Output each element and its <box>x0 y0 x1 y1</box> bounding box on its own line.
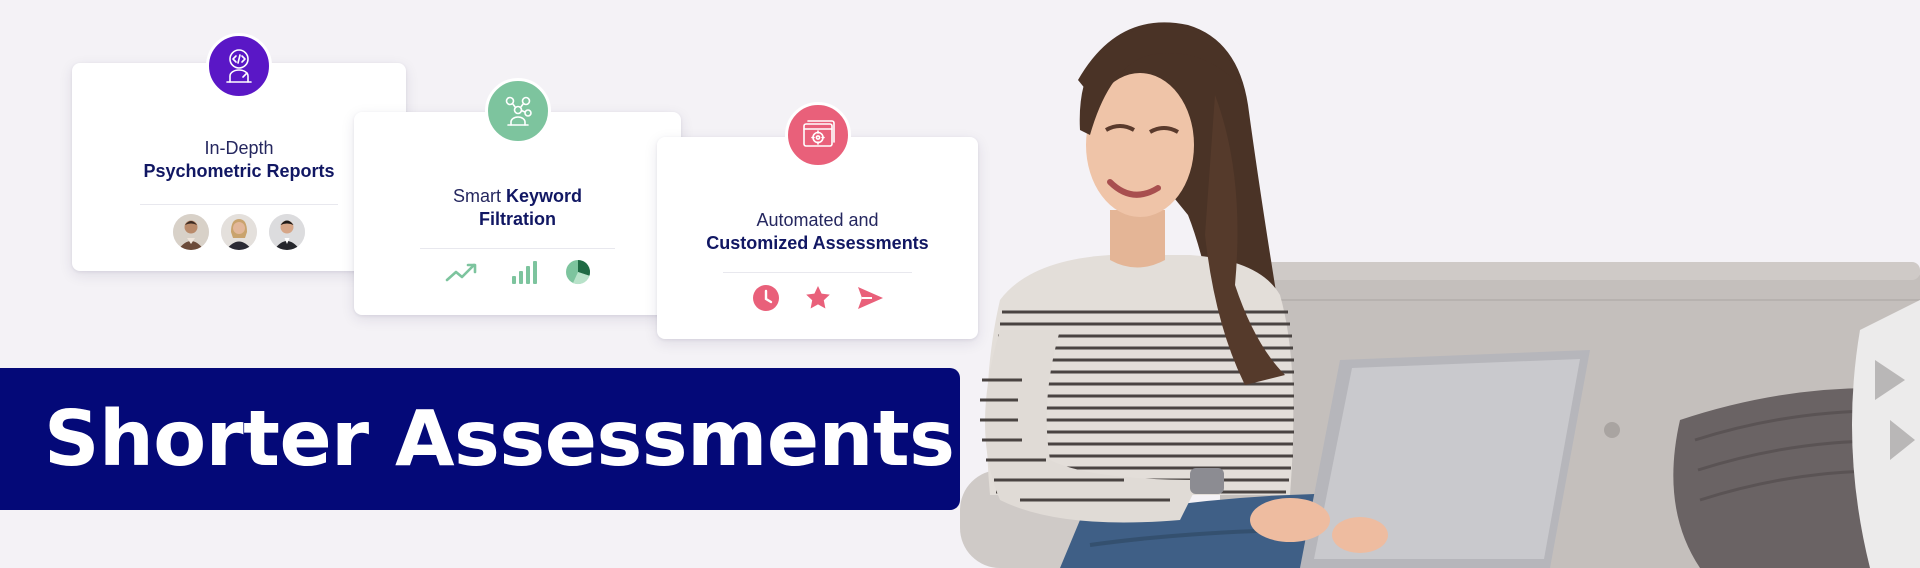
network-person-icon <box>484 78 551 144</box>
star-icon <box>803 283 833 318</box>
feature-card-keyword-filtration: Smart Keyword Filtration <box>354 78 681 315</box>
browser-target-icon <box>784 102 851 168</box>
avatar <box>173 214 209 250</box>
card-divider <box>723 272 912 273</box>
card-title-line1: Automated and <box>756 210 879 230</box>
card-title-prefix: Smart <box>452 186 506 206</box>
feature-card-customized-assessments: Automated and Customized Assessments <box>657 102 978 339</box>
clock-icon <box>751 283 781 318</box>
hero-photo-woman-with-laptop <box>960 0 1920 568</box>
avatar <box>221 214 257 250</box>
avatar <box>269 214 305 250</box>
pie-chart-icon <box>564 258 592 291</box>
page-title: Shorter Assessments <box>44 394 955 484</box>
headline-banner: Shorter Assessments <box>0 368 960 510</box>
card-title-line2: Filtration <box>479 209 556 229</box>
card-divider <box>420 248 615 249</box>
send-icon <box>855 283 885 318</box>
trend-up-icon <box>444 260 484 289</box>
coding-person-icon <box>206 33 272 99</box>
card-divider <box>140 204 338 205</box>
card-title-line2: Customized Assessments <box>706 233 929 253</box>
card-title-keyword: Keyword <box>505 186 583 206</box>
bar-chart-icon <box>510 259 538 290</box>
